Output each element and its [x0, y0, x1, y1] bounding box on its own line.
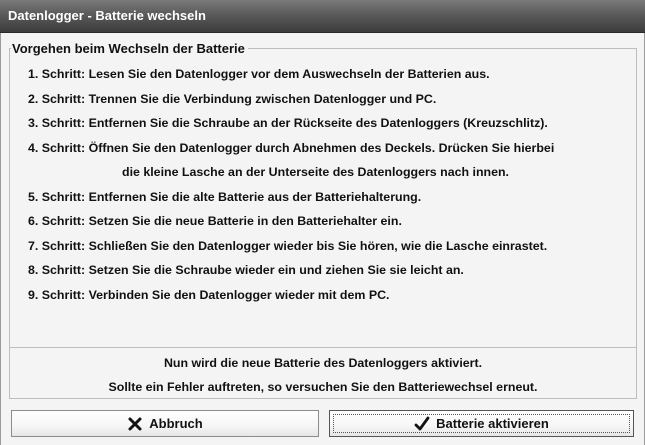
step-4: 4. Schritt: Öffnen Sie den Datenlogger d… — [28, 140, 555, 155]
step-3: 3. Schritt: Entfernen Sie die Schraube a… — [28, 116, 548, 130]
step-2: 2. Schritt: Trennen Sie die Verbindung z… — [28, 91, 437, 106]
activation-info: Nun wird die neue Batterie des Datenlogg… — [9, 347, 637, 399]
step-7: 7. Schritt: Schließen Sie den Datenlogge… — [28, 238, 548, 253]
step-8: 8. Schritt: Setzen Sie die Schraube wied… — [28, 263, 464, 277]
cancel-button[interactable]: Abbruch — [11, 410, 319, 437]
step-6: 6. Schritt: Setzen Sie die neue Batterie… — [28, 214, 402, 228]
steps-list: 1. Schritt: Lesen Sie den Datenlogger vo… — [28, 62, 628, 307]
step-9: 9. Schritt: Verbinden Sie den Datenlogge… — [28, 287, 390, 302]
dialog-body: Vorgehen beim Wechseln der Batterie 1. S… — [0, 33, 645, 445]
checkmark-icon — [414, 416, 430, 432]
info-line-2: Sollte ein Fehler auftreten, so versuche… — [108, 380, 538, 394]
title-bar: Datenlogger - Batterie wechseln — [0, 0, 645, 33]
step-4-continued: die kleine Lasche an der Unterseite des … — [122, 165, 509, 179]
activate-battery-button[interactable]: Batterie aktivieren — [329, 410, 634, 437]
window-title: Datenlogger - Batterie wechseln — [8, 8, 206, 23]
activate-battery-button-label: Batterie aktivieren — [436, 416, 549, 431]
x-icon — [127, 416, 143, 432]
step-1: 1. Schritt: Lesen Sie den Datenlogger vo… — [28, 67, 490, 81]
step-5: 5. Schritt: Entfernen Sie die alte Batte… — [28, 189, 422, 204]
info-line-1: Nun wird die neue Batterie des Datenlogg… — [163, 356, 483, 370]
instructions-group: Vorgehen beim Wechseln der Batterie 1. S… — [9, 41, 637, 348]
group-legend: Vorgehen beim Wechseln der Batterie — [11, 41, 248, 56]
cancel-button-label: Abbruch — [149, 416, 203, 431]
